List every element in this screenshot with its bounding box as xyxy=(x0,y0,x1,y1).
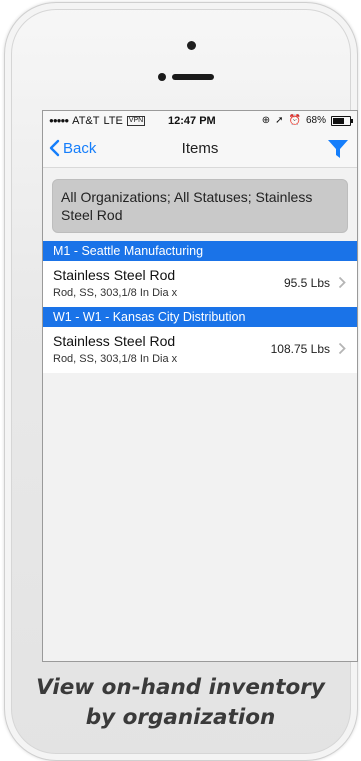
item-name: Stainless Steel Rod xyxy=(53,267,176,283)
front-camera xyxy=(187,41,196,50)
org-group-w1: W1 - W1 - Kansas City Distribution Stain… xyxy=(43,307,357,373)
org-header: M1 - Seattle Manufacturing xyxy=(43,241,357,261)
caption-line-2: by organization xyxy=(85,705,276,730)
item-description: Rod, SS, 303,1/8 In Dia x xyxy=(53,287,178,299)
vpn-badge: VPN xyxy=(126,115,146,126)
location-icon: ➚ xyxy=(275,115,284,126)
earpiece-speaker xyxy=(172,74,214,80)
list-item[interactable]: Stainless Steel Rod Rod, SS, 303,1/8 In … xyxy=(43,327,357,373)
chevron-right-icon xyxy=(338,342,346,355)
item-description: Rod, SS, 303,1/8 In Dia x xyxy=(53,353,178,365)
caption-line-1: View on-hand inventory xyxy=(36,675,325,700)
item-quantity: 95.5 Lbs xyxy=(283,276,330,290)
item-name: Stainless Steel Rod xyxy=(53,333,176,349)
list-item[interactable]: Stainless Steel Rod Rod, SS, 303,1/8 In … xyxy=(43,261,357,307)
filter-button[interactable] xyxy=(327,138,349,165)
status-bar: ●●●●● AT&T LTE VPN 12:47 PM ⊕ ➚ ⏰ 68% xyxy=(43,111,357,130)
clock: 12:47 PM xyxy=(168,114,216,127)
battery-percent: 68% xyxy=(305,115,326,126)
phone-frame: ●●●●● AT&T LTE VPN 12:47 PM ⊕ ➚ ⏰ 68% Ba… xyxy=(4,2,358,761)
app-screen: ●●●●● AT&T LTE VPN 12:47 PM ⊕ ➚ ⏰ 68% Ba… xyxy=(42,110,358,662)
filter-summary[interactable]: All Organizations; All Statuses; Stainle… xyxy=(52,179,348,233)
chevron-right-icon xyxy=(338,276,346,289)
carrier-label: AT&T xyxy=(72,114,100,127)
rotation-lock-icon: ⊕ xyxy=(261,115,271,126)
page-title: Items xyxy=(181,140,219,157)
alarm-icon: ⏰ xyxy=(288,115,301,126)
org-group-m1: M1 - Seattle Manufacturing Stainless Ste… xyxy=(43,241,357,307)
item-quantity: 108.75 Lbs xyxy=(270,342,330,356)
proximity-sensor xyxy=(158,73,166,81)
network-label: LTE xyxy=(103,114,123,127)
battery-icon xyxy=(331,115,353,126)
navigation-bar: Back Items xyxy=(43,130,357,168)
org-header: W1 - W1 - Kansas City Distribution xyxy=(43,307,357,327)
signal-dots-icon: ●●●●● xyxy=(49,116,69,125)
filter-funnel-icon xyxy=(328,140,348,158)
